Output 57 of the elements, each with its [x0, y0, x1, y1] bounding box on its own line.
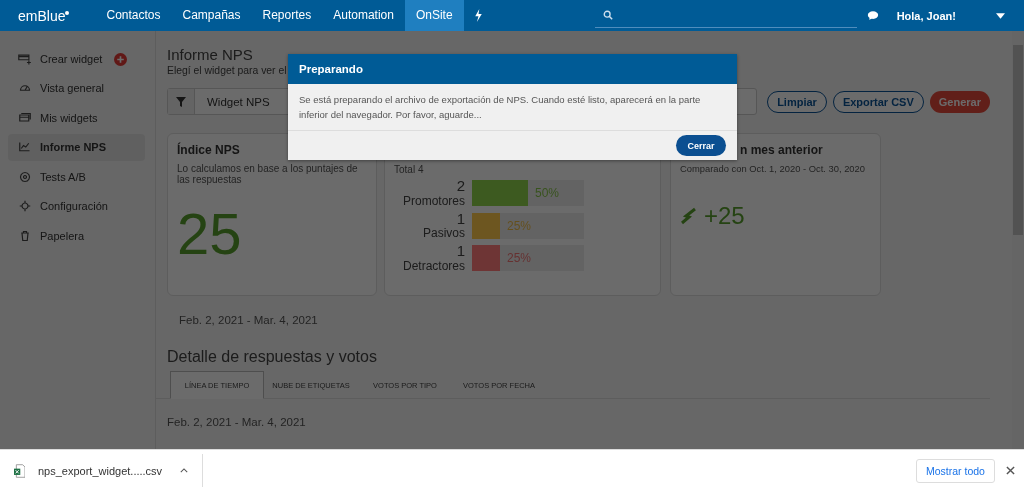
- vote-category: Promotores: [402, 194, 465, 208]
- chat-icon[interactable]: [866, 10, 879, 21]
- vote-category: Detractores: [402, 259, 465, 274]
- sidebar-item[interactable]: Configuración: [8, 192, 145, 220]
- nav-tab[interactable]: OnSite: [404, 0, 464, 31]
- card-description: Lo calculamos en base a los puntajes de las respuestas: [177, 163, 359, 185]
- search-icon: [602, 10, 613, 20]
- dialog-message: Se está preparando el archivo de exportación de NPS. Cuando esté listo, aparecerá en la parte inferior del navegador. Por favor, aguarde...: [288, 84, 737, 132]
- add-widget-icon: [18, 52, 32, 65]
- vote-category: Pasivos: [422, 227, 465, 241]
- cards-icon: [18, 111, 32, 124]
- action-button[interactable]: Limpiar: [767, 90, 827, 113]
- action-button[interactable]: Generar: [929, 90, 990, 113]
- show-all-button[interactable]: Mostrar todo: [916, 458, 995, 483]
- dialog-title: Preparando: [299, 63, 363, 75]
- trash-icon: [18, 229, 32, 242]
- card-subtitle: Comparado con Oct. 1, 2020 - Oct. 30, 2020: [680, 163, 866, 174]
- vote-percent: 25%: [507, 218, 532, 233]
- vote-count: 2: [456, 178, 465, 195]
- chart-icon: [18, 141, 32, 153]
- page-title: Informe NPS: [167, 46, 254, 63]
- vote-count: 1: [456, 210, 465, 228]
- nav-tab[interactable]: Campañas: [171, 0, 252, 31]
- add-icon[interactable]: [114, 53, 127, 67]
- close-icon[interactable]: [1006, 466, 1015, 475]
- total-votes: Total 4: [394, 164, 425, 175]
- bolt-icon[interactable]: [473, 9, 483, 22]
- card-title: n mes anterior: [740, 143, 823, 157]
- nav-tab[interactable]: Reportes: [251, 0, 323, 31]
- sidebar-item[interactable]: Mis widgets: [8, 104, 145, 131]
- spreadsheet-file-icon: [14, 463, 25, 478]
- download-filename[interactable]: nps_export_widget.....csv: [38, 464, 163, 477]
- gauge-icon: [18, 82, 32, 94]
- date-range: Feb. 2, 2021 - Mar. 4, 2021: [179, 314, 319, 326]
- filter-icon: [176, 96, 186, 107]
- action-button[interactable]: Exportar CSV: [832, 90, 924, 113]
- chevron-up-icon[interactable]: [180, 468, 189, 473]
- sidebar-item[interactable]: Vista general: [8, 74, 145, 102]
- nav-tab[interactable]: Automation: [322, 0, 405, 31]
- vote-count: 1: [456, 243, 465, 260]
- dropdown-caret-icon[interactable]: [996, 12, 1005, 19]
- card-title: Índice NPS: [177, 143, 241, 157]
- sidebar-item[interactable]: Papelera: [8, 222, 145, 249]
- nps-score: 25: [177, 205, 243, 263]
- logo[interactable]: emBlue: [18, 7, 70, 24]
- close-button[interactable]: Cerrar: [676, 135, 726, 157]
- sidebar-item[interactable]: Tests A/B: [8, 163, 145, 190]
- nps-change: +25: [704, 202, 745, 230]
- page-subtitle: Elegí el widget para ver el: [167, 65, 287, 76]
- create-widget-link[interactable]: Crear widget: [8, 45, 113, 72]
- vote-percent: 50%: [535, 185, 560, 200]
- date-range: Feb. 2, 2021 - Mar. 4, 2021: [167, 416, 307, 428]
- sidebar-item[interactable]: Informe NPS: [8, 133, 145, 161]
- user-greeting[interactable]: Hola, Joan!: [896, 9, 956, 22]
- target-icon: [18, 170, 32, 183]
- nav-tab[interactable]: Contactos: [95, 0, 172, 31]
- section-title: Detalle de respuestas y votos: [167, 348, 378, 366]
